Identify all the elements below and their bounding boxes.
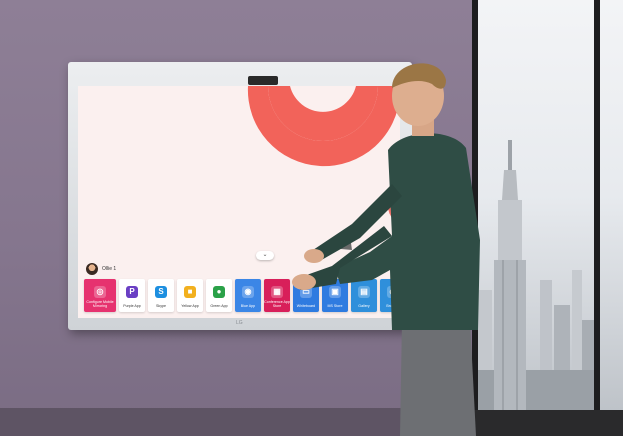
person-presenter [292,63,480,436]
photo-scene: ⌄ Ollie 1 ◎ Configure Mobile Mirroring P Pu… [0,0,623,436]
